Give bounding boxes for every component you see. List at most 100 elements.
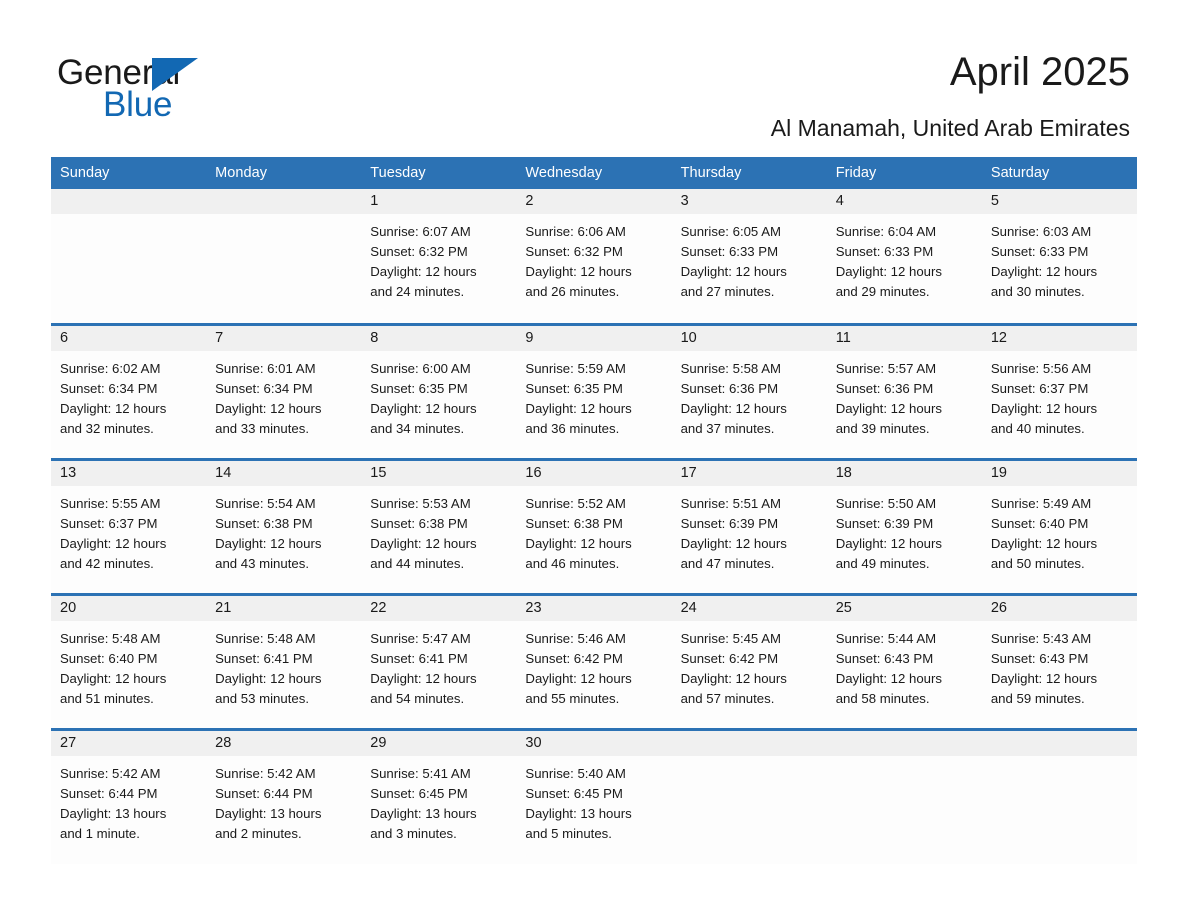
day-number-band	[671, 730, 827, 756]
day-details: Sunrise: 6:05 AM Sunset: 6:33 PM Daylight:…	[672, 214, 827, 302]
day-cell[interactable]: 19 Sunrise: 5:49 AM Sunset: 6:40 PM Dayligh…	[981, 457, 1137, 594]
sunset-text: Sunset: 6:33 PM	[680, 244, 779, 259]
sunrise-text: Sunrise: 5:51 AM	[680, 495, 781, 511]
day-cell[interactable]: 4 Sunrise: 6:04 AM Sunset: 6:33 PM Daylight…	[826, 189, 982, 324]
day-cell[interactable]: 17 Sunrise: 5:51 AM Sunset: 6:39 PM Dayligh…	[671, 457, 827, 594]
daylight-text-cont: and 43 minutes.	[215, 555, 309, 571]
day-cell[interactable]: 22 Sunrise: 5:47 AM Sunset: 6:41 PM Dayligh…	[361, 592, 517, 729]
daylight-text: Daylight: 12 hours	[370, 670, 477, 686]
day-number: 17	[680, 464, 697, 481]
day-details: Sunrise: 5:42 AM Sunset: 6:44 PM Daylight:…	[51, 756, 206, 844]
day-cell[interactable]: 29 Sunrise: 5:41 AM Sunset: 6:45 PM Dayligh…	[361, 727, 517, 864]
day-number-band: 17	[671, 460, 827, 486]
day-details: Sunrise: 5:55 AM Sunset: 6:37 PM Daylight:…	[51, 486, 206, 574]
day-cell[interactable]: 14 Sunrise: 5:54 AM Sunset: 6:38 PM Dayligh…	[206, 457, 362, 594]
day-cell[interactable]: 30 Sunrise: 5:40 AM Sunset: 6:45 PM Dayligh…	[516, 727, 672, 864]
day-number: 30	[525, 734, 542, 751]
day-number-band: 13	[51, 460, 207, 486]
day-number-band: 18	[826, 460, 982, 486]
daylight-text-cont: and 42 minutes.	[60, 555, 154, 571]
day-cell[interactable]: 23 Sunrise: 5:46 AM Sunset: 6:42 PM Dayligh…	[516, 592, 672, 729]
day-cell[interactable]: 11 Sunrise: 5:57 AM Sunset: 6:36 PM Dayligh…	[826, 322, 982, 459]
sunrise-text: Sunrise: 5:45 AM	[680, 630, 781, 646]
day-number-band: 7	[206, 325, 362, 351]
daylight-text: Daylight: 12 hours	[525, 670, 632, 686]
daylight-text-cont: and 32 minutes.	[60, 420, 154, 436]
daylight-text: Daylight: 13 hours	[60, 805, 167, 821]
daylight-text: Daylight: 12 hours	[215, 670, 322, 686]
sunset-text: Sunset: 6:33 PM	[835, 244, 934, 259]
day-cell[interactable]: 3 Sunrise: 6:05 AM Sunset: 6:33 PM Daylight…	[671, 189, 827, 324]
day-number-band: 2	[516, 189, 672, 214]
day-cell[interactable]: 28 Sunrise: 5:42 AM Sunset: 6:44 PM Dayligh…	[206, 727, 362, 864]
day-details: Sunrise: 5:51 AM Sunset: 6:39 PM Daylight:…	[672, 486, 827, 574]
daylight-text-cont: and 37 minutes.	[680, 420, 775, 436]
daylight-text: Daylight: 12 hours	[680, 400, 787, 416]
calendar-week-row: 1 Sunrise: 6:07 AM Sunset: 6:32 PM Daylight…	[51, 189, 1137, 324]
sunset-text: Sunset: 6:36 PM	[680, 380, 779, 396]
day-cell[interactable]: 1 Sunrise: 6:07 AM Sunset: 6:32 PM Daylight…	[361, 189, 517, 324]
day-cell[interactable]: 9 Sunrise: 5:59 AM Sunset: 6:35 PM Daylight…	[516, 322, 672, 459]
sunrise-text: Sunrise: 5:50 AM	[835, 495, 937, 511]
day-cell[interactable]: 20 Sunrise: 5:48 AM Sunset: 6:40 PM Dayligh…	[51, 592, 207, 729]
day-details: Sunrise: 5:53 AM Sunset: 6:38 PM Daylight:…	[361, 486, 516, 574]
sunset-text: Sunset: 6:32 PM	[525, 244, 623, 259]
day-details: Sunrise: 6:07 AM Sunset: 6:32 PM Daylight:…	[361, 214, 516, 302]
day-cell[interactable]: 12 Sunrise: 5:56 AM Sunset: 6:37 PM Dayligh…	[981, 322, 1137, 459]
day-details: Sunrise: 5:42 AM Sunset: 6:44 PM Daylight:…	[206, 756, 361, 844]
day-number-band: 27	[51, 730, 207, 756]
daylight-text-cont: and 26 minutes.	[525, 284, 620, 299]
day-cell[interactable]: 24 Sunrise: 5:45 AM Sunset: 6:42 PM Dayligh…	[671, 592, 827, 729]
day-cell[interactable]: 8 Sunrise: 6:00 AM Sunset: 6:35 PM Daylight…	[361, 322, 517, 459]
day-details: Sunrise: 5:52 AM Sunset: 6:38 PM Daylight:…	[516, 486, 671, 574]
sunset-text: Sunset: 6:32 PM	[370, 244, 468, 259]
day-number: 7	[215, 329, 224, 346]
day-cell[interactable]: 13 Sunrise: 5:55 AM Sunset: 6:37 PM Dayligh…	[51, 457, 207, 594]
daylight-text: Daylight: 12 hours	[370, 264, 477, 279]
day-number-band	[981, 730, 1137, 756]
daylight-text: Daylight: 12 hours	[835, 670, 942, 686]
daylight-text-cont: and 40 minutes.	[990, 420, 1085, 436]
daylight-text-cont: and 39 minutes.	[835, 420, 930, 436]
day-details: Sunrise: 5:43 AM Sunset: 6:43 PM Daylight:…	[982, 621, 1137, 709]
sunrise-text: Sunrise: 5:46 AM	[525, 630, 626, 646]
day-cell[interactable]: 18 Sunrise: 5:50 AM Sunset: 6:39 PM Dayligh…	[826, 457, 982, 594]
day-cell[interactable]: 6 Sunrise: 6:02 AM Sunset: 6:34 PM Daylight…	[51, 322, 207, 459]
sunrise-text: Sunrise: 5:44 AM	[835, 630, 937, 646]
sunset-text: Sunset: 6:43 PM	[835, 650, 934, 666]
sunset-text: Sunset: 6:42 PM	[680, 650, 779, 666]
day-cell[interactable]: 16 Sunrise: 5:52 AM Sunset: 6:38 PM Dayligh…	[516, 457, 672, 594]
day-cell[interactable]: 21 Sunrise: 5:48 AM Sunset: 6:41 PM Dayligh…	[206, 592, 362, 729]
page-subtitle: Al Manamah, United Arab Emirates	[770, 115, 1130, 141]
sunrise-text: Sunrise: 5:59 AM	[525, 360, 626, 376]
day-details: Sunrise: 5:56 AM Sunset: 6:37 PM Daylight:…	[982, 351, 1137, 439]
day-cell[interactable]: 2 Sunrise: 6:06 AM Sunset: 6:32 PM Daylight…	[516, 189, 672, 324]
daylight-text-cont: and 50 minutes.	[990, 555, 1085, 571]
daylight-text-cont: and 49 minutes.	[835, 555, 930, 571]
day-cell[interactable]: 25 Sunrise: 5:44 AM Sunset: 6:43 PM Dayligh…	[826, 592, 982, 729]
daylight-text: Daylight: 12 hours	[370, 400, 477, 416]
day-cell[interactable]: 7 Sunrise: 6:01 AM Sunset: 6:34 PM Daylight…	[206, 322, 362, 459]
day-cell[interactable]: 27 Sunrise: 5:42 AM Sunset: 6:44 PM Dayligh…	[51, 727, 207, 864]
daylight-text-cont: and 1 minute.	[60, 825, 140, 841]
logo-text-blue: Blue	[103, 85, 173, 124]
day-number-band: 23	[516, 595, 672, 621]
day-cell[interactable]: 26 Sunrise: 5:43 AM Sunset: 6:43 PM Dayligh…	[981, 592, 1137, 729]
weekday-header-thursday: Thursday	[671, 157, 827, 189]
day-cell[interactable]: 15 Sunrise: 5:53 AM Sunset: 6:38 PM Dayligh…	[361, 457, 517, 594]
day-number: 22	[370, 599, 387, 616]
daylight-text: Daylight: 12 hours	[680, 264, 787, 279]
day-number: 8	[370, 329, 379, 346]
day-cell[interactable]: 5 Sunrise: 6:03 AM Sunset: 6:33 PM Daylight…	[981, 189, 1137, 324]
day-number: 4	[835, 193, 844, 209]
day-number-band: 5	[981, 189, 1137, 214]
general-blue-logo[interactable]: General Blue	[57, 52, 317, 132]
day-details: Sunrise: 6:06 AM Sunset: 6:32 PM Daylight:…	[516, 214, 671, 302]
day-number: 24	[680, 599, 697, 616]
sunrise-text: Sunrise: 6:00 AM	[370, 360, 471, 376]
day-cell[interactable]: 10 Sunrise: 5:58 AM Sunset: 6:36 PM Dayligh…	[671, 322, 827, 459]
day-number-band: 15	[361, 460, 517, 486]
day-number-band: 22	[361, 595, 517, 621]
day-number-band: 16	[516, 460, 672, 486]
day-number: 25	[835, 599, 852, 616]
